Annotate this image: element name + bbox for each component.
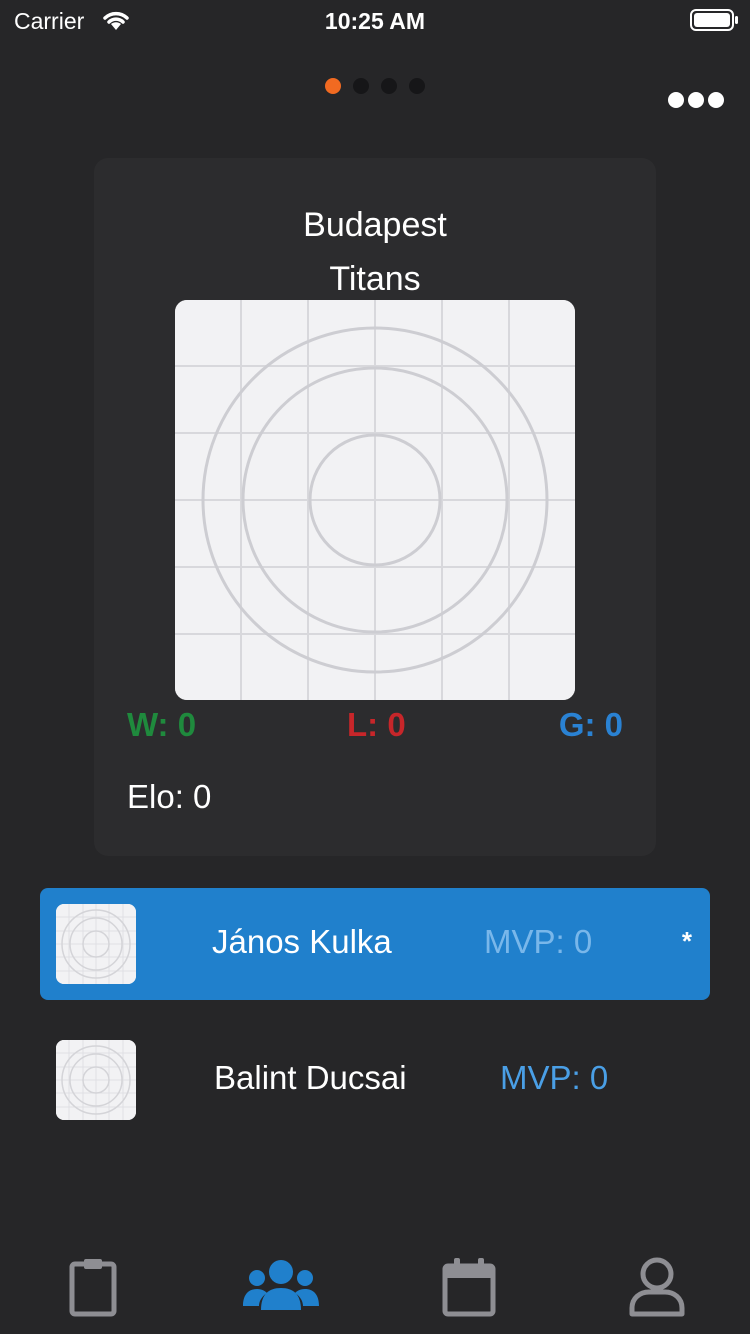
tab-bar [0, 1240, 750, 1334]
team-stats: W: 0 L: 0 G: 0 [94, 706, 656, 750]
more-horizontal-icon-dot [688, 92, 704, 108]
placeholder-image-icon [56, 1040, 136, 1120]
clipboard-icon [69, 1259, 117, 1317]
player-avatar [56, 1040, 136, 1120]
player-row[interactable]: Balint Ducsai MVP: 0 [40, 1024, 710, 1136]
games-stat: G: 0 [558, 706, 623, 743]
more-options-button[interactable] [668, 88, 728, 112]
wins-stat: W: 0 [127, 706, 197, 743]
page-dot-4[interactable] [409, 78, 425, 94]
placeholder-image-icon [175, 300, 575, 700]
page-dot-3[interactable] [381, 78, 397, 94]
status-bar: Carrier 10:25 AM [0, 0, 750, 40]
page-dot-2[interactable] [353, 78, 369, 94]
tab-calendar[interactable] [424, 1256, 514, 1322]
team-name-line-2: Titans [329, 260, 421, 298]
captain-marker: * [681, 926, 692, 956]
tab-team[interactable] [236, 1256, 326, 1322]
battery-icon [690, 9, 738, 31]
losses-stat: L: 0 [347, 706, 406, 743]
team-name-line-1: Budapest [303, 206, 447, 244]
page-dot-1[interactable] [325, 78, 341, 94]
placeholder-image-icon [56, 904, 136, 984]
screen: Carrier 10:25 AM Budapest Titans W: 0 L:… [0, 0, 750, 1334]
player-avatar [56, 904, 136, 984]
player-name: János Kulka [212, 923, 392, 960]
tab-clipboard[interactable] [48, 1256, 138, 1322]
user-profile-icon [629, 1257, 685, 1317]
status-time: 10:25 AM [324, 8, 426, 34]
team-card: Budapest Titans W: 0 L: 0 G: 0 Elo: 0 [94, 158, 656, 856]
more-horizontal-icon-dot [668, 92, 684, 108]
player-row[interactable]: János Kulka MVP: 0 * [40, 888, 710, 1000]
users-icon [243, 1260, 319, 1310]
team-logo[interactable] [175, 300, 575, 700]
player-mvp: MVP: 0 [484, 923, 593, 960]
tab-profile[interactable] [612, 1256, 702, 1322]
team-name: Budapest Titans [94, 198, 656, 306]
more-horizontal-icon-dot [708, 92, 724, 108]
player-name: Balint Ducsai [214, 1059, 407, 1096]
calendar-icon [442, 1258, 496, 1317]
elo-rating: Elo: 0 [127, 778, 212, 815]
player-mvp: MVP: 0 [500, 1059, 609, 1096]
page-indicator[interactable] [325, 78, 425, 94]
